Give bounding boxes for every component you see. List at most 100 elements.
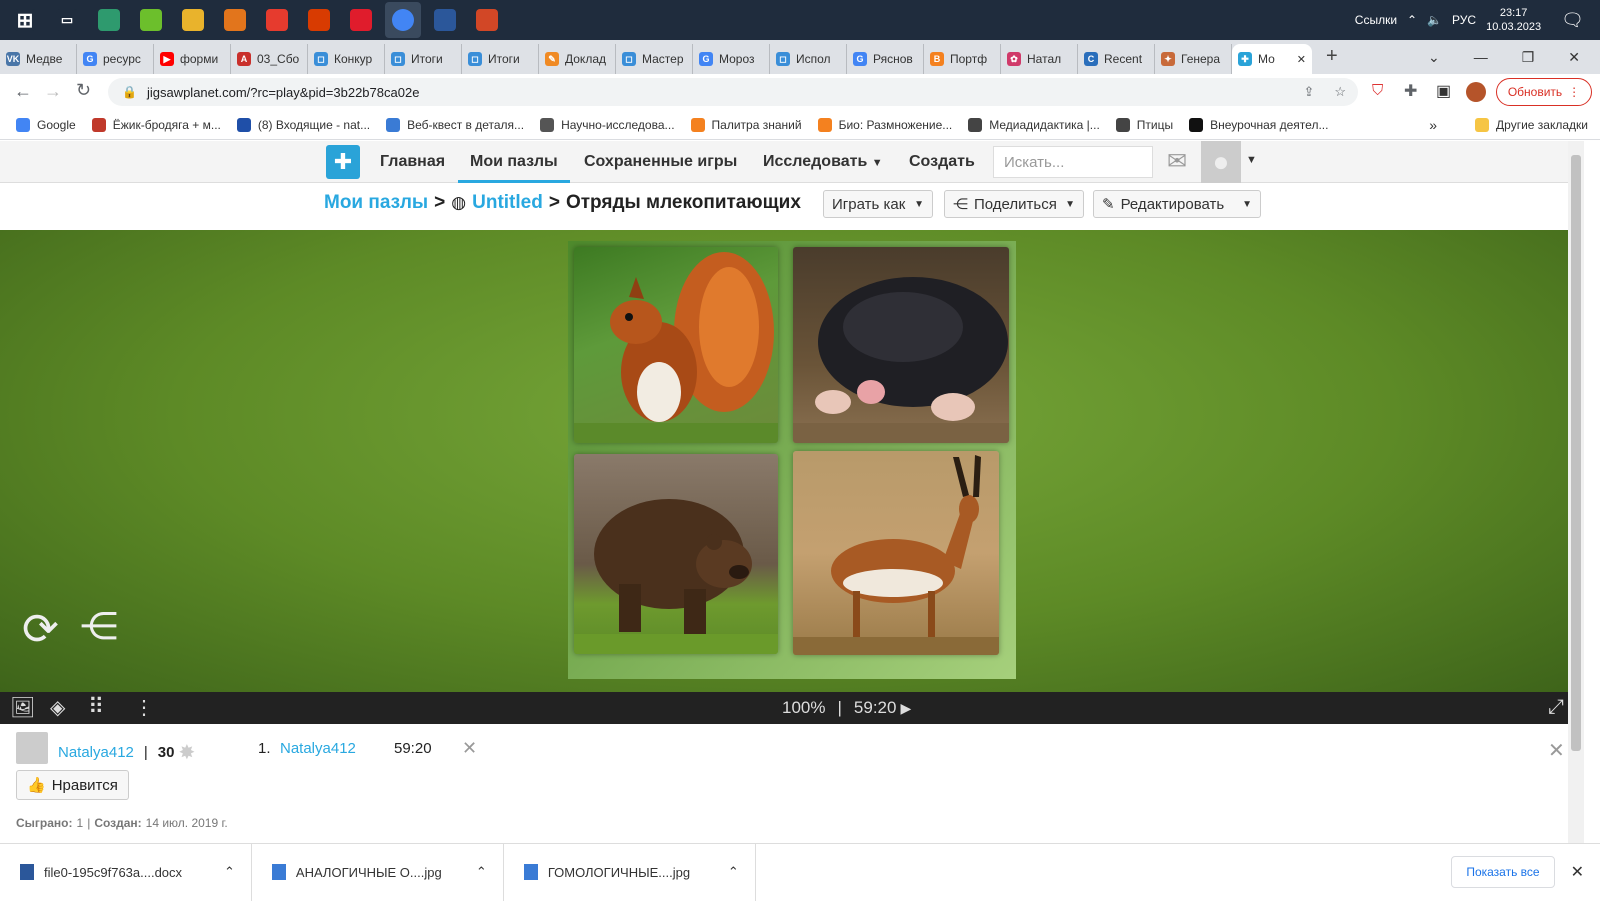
extensions-puzzle-icon[interactable]: ✚ — [1404, 81, 1417, 101]
app-green-icon[interactable] — [133, 2, 169, 38]
task-view-icon[interactable]: ▭ — [49, 2, 85, 38]
edge-icon[interactable] — [91, 2, 127, 38]
play-as-button[interactable]: Играть как ▼ — [823, 190, 933, 218]
tab-close-icon[interactable]: ✕ — [1297, 53, 1306, 66]
bookmark-item[interactable]: Палитра знаний — [690, 117, 802, 132]
nav-my-puzzles[interactable]: Мои пазлы — [458, 141, 570, 183]
browser-shield-icon[interactable] — [217, 2, 253, 38]
browser-tab[interactable]: ✦ Генера — [1155, 44, 1232, 74]
tab-search-chevron-icon[interactable]: ⌄ — [1428, 49, 1440, 66]
author-link[interactable]: Natalya412 — [58, 744, 134, 761]
browser-tab[interactable]: ◻ Мастер — [616, 44, 693, 74]
chrome-icon[interactable] — [385, 2, 421, 38]
mail-icon[interactable]: ✉ — [1167, 147, 1187, 176]
bookmark-item[interactable]: Ёжик-бродяга + м... — [91, 117, 221, 132]
share-page-icon[interactable]: ⇪ — [1303, 84, 1314, 100]
restore-button[interactable]: ❐ — [1522, 49, 1535, 66]
leader-name[interactable]: Natalya412 — [280, 740, 394, 757]
edit-button[interactable]: ✎ Редактировать ▼ — [1093, 190, 1261, 218]
chevron-up-icon[interactable]: ⌃ — [1407, 13, 1417, 27]
bookmark-item[interactable]: Google — [16, 117, 76, 132]
browser-tab[interactable]: VK Медве — [0, 44, 77, 74]
bookmark-star-icon[interactable]: ☆ — [1334, 84, 1346, 100]
jigsawplanet-logo[interactable]: ✚ — [326, 145, 360, 179]
user-menu-caret-icon[interactable]: ▼ — [1246, 154, 1257, 166]
close-info-icon[interactable]: ✕ — [1548, 738, 1565, 763]
office-icon[interactable] — [301, 2, 337, 38]
powerpoint-icon[interactable] — [469, 2, 505, 38]
remove-entry-icon[interactable]: ✕ — [462, 738, 477, 759]
browser-tab[interactable]: ✿ Натал — [1001, 44, 1078, 74]
bookmark-item[interactable]: (8) Входящие - nat... — [236, 117, 370, 132]
browser-tab[interactable]: Gресурс — [77, 44, 154, 74]
ghost-image-icon[interactable]: ◈ — [50, 695, 65, 720]
share-button[interactable]: ⋲ Поделиться ▼ — [944, 190, 1084, 218]
preview-image-icon[interactable]: 🖼 — [10, 695, 35, 720]
other-bookmarks[interactable]: Другие закладки — [1475, 117, 1588, 132]
word-icon[interactable] — [427, 2, 463, 38]
chevron-up-icon[interactable]: ⌃ — [728, 864, 739, 880]
download-item[interactable]: file0-195c9f763a....docx ⌃ — [0, 843, 252, 901]
bookmark-item[interactable]: Научно-исследова... — [540, 117, 675, 132]
browser-tab[interactable]: ▶ форми — [154, 44, 231, 74]
windows-start-icon[interactable]: ⊞ — [7, 2, 43, 38]
download-item[interactable]: ГОМОЛОГИЧНЫЕ....jpg ⌃ — [504, 843, 756, 901]
file-explorer-icon[interactable] — [175, 2, 211, 38]
browser-tab[interactable]: ◻ Конкур — [308, 44, 385, 74]
nav-home[interactable]: Главная — [380, 141, 445, 183]
share-puzzle-icon[interactable]: ⋲ — [80, 604, 118, 649]
url-bar[interactable]: 🔒 jigsawplanet.com/?rc=play&pid=3b22b78c… — [108, 78, 1358, 106]
more-options-icon[interactable]: ⋮ — [134, 695, 154, 720]
crumb-folder[interactable]: Untitled — [472, 192, 543, 214]
browser-tab[interactable]: B Портф — [924, 44, 1001, 74]
nav-create[interactable]: Создать — [909, 141, 975, 183]
bookmark-item[interactable]: Био: Размножение... — [817, 117, 952, 132]
browser-tab[interactable]: C Recent — [1078, 44, 1155, 74]
reload-icon[interactable]: ↻ — [76, 80, 91, 101]
puzzle-tile-gazelle[interactable] — [793, 451, 999, 655]
notifications-icon[interactable]: 🗨 — [1561, 10, 1584, 31]
tray-links[interactable]: Ссылки — [1355, 13, 1397, 27]
update-button[interactable]: Обновить ⋮ — [1496, 78, 1592, 106]
puzzle-board[interactable] — [568, 241, 1016, 679]
search-input[interactable]: Искать... — [993, 146, 1153, 178]
tab-active[interactable]: ✚ Мо ✕ — [1232, 44, 1312, 74]
clock[interactable]: 23:17 10.03.2023 — [1486, 6, 1541, 34]
download-item[interactable]: АНАЛОГИЧНЫЕ О....jpg ⌃ — [252, 843, 504, 901]
scrollbar-thumb[interactable] — [1571, 155, 1581, 751]
speaker-icon[interactable]: 🔈 — [1427, 13, 1442, 27]
nav-saved-games[interactable]: Сохраненные игры — [584, 141, 737, 183]
chevron-up-icon[interactable]: ⌃ — [224, 864, 235, 880]
extension-shield-icon[interactable]: ⛉ — [1372, 82, 1383, 99]
puzzle-tile-squirrel[interactable] — [574, 247, 778, 443]
bookmark-item[interactable]: Птицы — [1115, 117, 1173, 132]
bookmarks-overflow[interactable]: » — [1429, 117, 1437, 133]
lock-icon[interactable]: 🔒 — [122, 85, 137, 99]
page-scrollbar[interactable] — [1568, 141, 1584, 843]
forward-icon[interactable]: → — [44, 81, 62, 102]
minimize-button[interactable]: — — [1474, 49, 1488, 65]
browser-tab[interactable]: ◻ Итоги — [385, 44, 462, 74]
author-avatar[interactable] — [16, 732, 48, 764]
sort-pieces-icon[interactable]: ⠿ — [88, 694, 104, 720]
browser-tab[interactable]: G Ряснов — [847, 44, 924, 74]
puzzle-tile-mole[interactable] — [793, 247, 1009, 443]
new-tab-button[interactable]: + — [1326, 45, 1338, 68]
close-downloads-icon[interactable]: ✕ — [1571, 862, 1584, 882]
bookmark-item[interactable]: Медиадидактика |... — [968, 117, 1100, 132]
crumb-my-puzzles[interactable]: Мои пазлы — [324, 192, 428, 214]
show-all-downloads-button[interactable]: Показать все — [1451, 856, 1555, 888]
restart-icon[interactable]: ⟳ — [22, 604, 59, 655]
like-button[interactable]: 👍 Нравится — [16, 770, 129, 800]
fullscreen-icon[interactable]: ⤢ — [1548, 696, 1564, 719]
profile-avatar[interactable] — [1466, 82, 1486, 102]
browser-tab[interactable]: A 03_Сбо — [231, 44, 308, 74]
user-avatar[interactable]: ● — [1201, 141, 1241, 183]
side-panel-icon[interactable]: ▣ — [1436, 81, 1451, 101]
nav-explore[interactable]: Исследовать ▼ — [763, 141, 883, 183]
bookmark-item[interactable]: Внеурочная деятел... — [1189, 117, 1328, 132]
opera-icon[interactable] — [343, 2, 379, 38]
yandex-icon[interactable] — [259, 2, 295, 38]
play-icon[interactable]: ▶ — [900, 700, 911, 717]
puzzle-stage[interactable]: ⟳ ⋲ — [0, 230, 1568, 692]
